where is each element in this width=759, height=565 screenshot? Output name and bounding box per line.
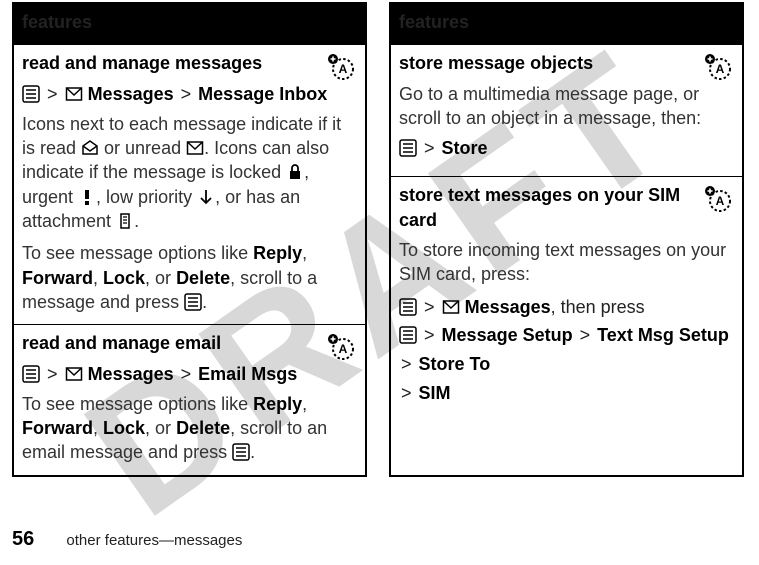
nav-messages: Messages: [88, 84, 174, 104]
nav-path: > Store: [399, 136, 734, 160]
footer-label: other features—messages: [66, 532, 242, 549]
page-number: 56: [12, 528, 34, 550]
left-header: features: [14, 4, 365, 45]
envelope-icon: [65, 365, 83, 383]
envelope-icon: [442, 298, 460, 316]
menu-key-icon: [399, 326, 417, 344]
section-title: store text messages on your SIM card: [399, 183, 734, 232]
svg-text:A: A: [716, 194, 725, 208]
section-title: read and manage email: [22, 331, 357, 355]
opt-reply: Reply: [253, 394, 302, 414]
left-table: features A read and manage messages >: [14, 4, 365, 475]
paragraph-store: Go to a multimedia message page, or scro…: [399, 82, 734, 131]
paragraph-icons: Icons next to each message indicate if i…: [22, 112, 357, 233]
opt-lock: Lock: [103, 268, 145, 288]
menu-key-icon: [184, 293, 202, 311]
page-columns: features A read and manage messages >: [0, 0, 759, 477]
nav-store: Store: [442, 138, 488, 158]
text: To see message options like: [22, 394, 253, 414]
unread-envelope-icon: [186, 139, 204, 157]
nav-msgsetup: Message Setup: [442, 325, 573, 345]
text: or unread: [99, 138, 186, 158]
down-arrow-icon: [197, 188, 215, 206]
menu-key-icon: [399, 298, 417, 316]
nav-path: > Messages, then press > Message Setup >…: [399, 293, 734, 408]
lock-icon: [286, 163, 304, 181]
text: To see message options like: [22, 243, 253, 263]
read-envelope-icon: [81, 139, 99, 157]
text: , or: [145, 418, 176, 438]
network-badge-icon: A: [702, 185, 734, 213]
opt-forward: Forward: [22, 268, 93, 288]
envelope-icon: [65, 85, 83, 103]
text: .: [134, 211, 139, 231]
then-press: , then press: [551, 297, 645, 317]
text: .: [250, 442, 255, 462]
section-store-sim: A store text messages on your SIM card T…: [391, 177, 742, 424]
text: , or: [145, 268, 176, 288]
text: .: [202, 292, 207, 312]
nav-textsetup: Text Msg Setup: [597, 325, 729, 345]
attachment-icon: [116, 212, 134, 230]
nav-messages: Messages: [88, 364, 174, 384]
nav-sim: SIM: [419, 383, 451, 403]
nav-inbox: Message Inbox: [198, 84, 327, 104]
section-store-objects: A store message objects Go to a multimed…: [391, 45, 742, 177]
section-title: store message objects: [399, 51, 734, 75]
opt-forward: Forward: [22, 418, 93, 438]
nav-path: > Messages > Message Inbox: [22, 82, 357, 106]
nav-path: > Messages > Email Msgs: [22, 362, 357, 386]
paragraph-email-options: To see message options like Reply, Forwa…: [22, 392, 357, 465]
opt-delete: Delete: [176, 268, 230, 288]
paragraph-sim: To store incoming text messages on your …: [399, 238, 734, 287]
nav-messages: Messages: [465, 297, 551, 317]
network-badge-icon: A: [325, 333, 357, 361]
nav-email: Email Msgs: [198, 364, 297, 384]
text: ,: [302, 394, 307, 414]
text: , low priority: [96, 187, 197, 207]
menu-key-icon: [399, 139, 417, 157]
menu-key-icon: [22, 365, 40, 383]
section-read-messages: A read and manage messages > Messages > …: [14, 45, 365, 325]
right-header: features: [391, 4, 742, 45]
page-footer: 56 other features—messages: [12, 528, 242, 551]
text: ,: [93, 418, 103, 438]
svg-text:A: A: [716, 62, 725, 76]
opt-delete: Delete: [176, 418, 230, 438]
text: ,: [302, 243, 307, 263]
menu-key-icon: [232, 443, 250, 461]
left-header-row: features: [14, 4, 365, 45]
left-column: features A read and manage messages >: [12, 2, 367, 477]
paragraph-options: To see message options like Reply, Forwa…: [22, 241, 357, 314]
menu-key-icon: [22, 85, 40, 103]
section-title: read and manage messages: [22, 51, 357, 75]
urgent-icon: [78, 188, 96, 206]
right-header-row: features: [391, 4, 742, 45]
svg-text:A: A: [339, 342, 348, 356]
network-badge-icon: A: [702, 53, 734, 81]
right-table: features A store message objects Go to a…: [391, 4, 742, 424]
text: ,: [93, 268, 103, 288]
opt-reply: Reply: [253, 243, 302, 263]
opt-lock: Lock: [103, 418, 145, 438]
network-badge-icon: A: [325, 53, 357, 81]
right-column: features A store message objects Go to a…: [389, 2, 744, 477]
section-read-email: A read and manage email > Messages > Ema…: [14, 325, 365, 475]
nav-storeto: Store To: [419, 354, 491, 374]
svg-text:A: A: [339, 62, 348, 76]
